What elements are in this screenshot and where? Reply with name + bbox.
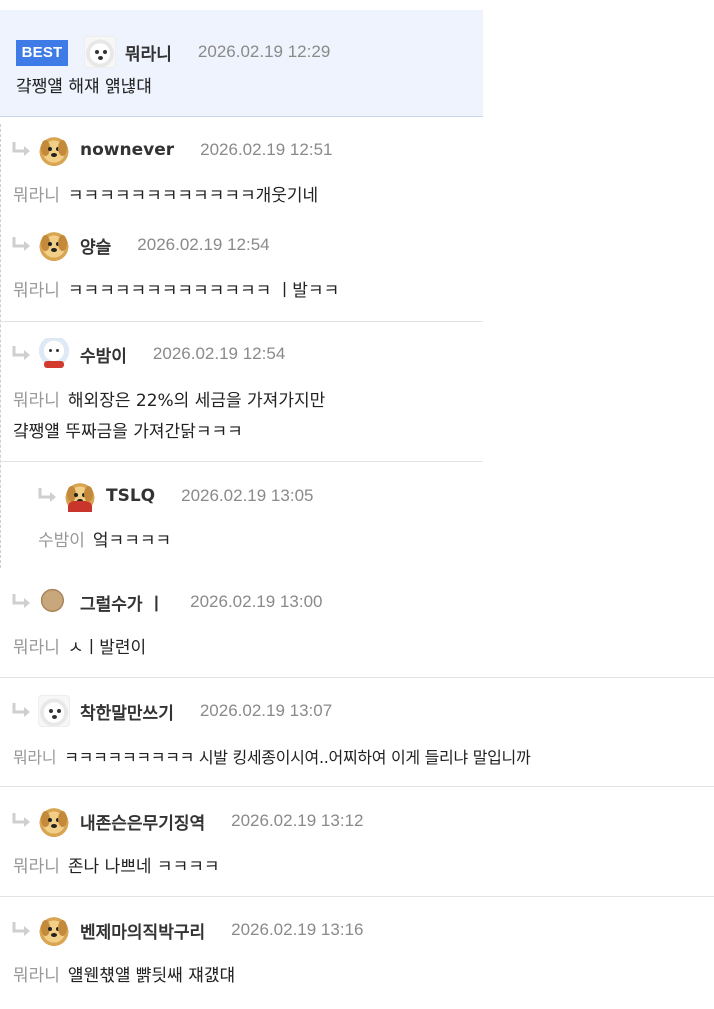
reply-arrow-icon (12, 594, 30, 608)
timestamp: 2026.02.19 13:00 (190, 592, 323, 611)
comment-text: 뭐라니 존나 나쁘네 ㅋㅋㅋㅋ (13, 857, 220, 877)
divider (0, 461, 483, 462)
comment-text: 걐쨍얠 해쟤 얡냲댸 (16, 77, 152, 97)
reply-arrow-icon (12, 346, 30, 360)
reply-arrow-icon (12, 922, 30, 936)
comment-header: TSLQ 2026.02.19 13:05 (36, 478, 313, 514)
timestamp: 2026.02.19 13:05 (181, 486, 314, 505)
comment-header: 그럴수가 ㅣ 2026.02.19 13:00 (10, 584, 322, 620)
timestamp: 2026.02.19 13:07 (199, 701, 333, 720)
mention[interactable]: 뭐라니 (13, 391, 60, 411)
mention[interactable]: 뭐라니 (13, 281, 60, 301)
comment-text-line2: 걐쨍얠 뚜짜금을 가져간닭ㅋㅋㅋ (13, 422, 243, 442)
timestamp: 2026.02.19 13:16 (231, 920, 364, 939)
dog-icon[interactable] (38, 229, 70, 261)
white-dog-icon[interactable] (84, 36, 116, 68)
best-comment: BEST 뭐라니 2026.02.19 12:29 걐쨍얠 해쟤 얡냲댸 (0, 10, 483, 117)
snow-dog-icon[interactable] (38, 338, 70, 370)
reply-arrow-icon (12, 237, 30, 251)
nickname[interactable]: 벤제마의직박구리 (80, 918, 205, 943)
comment-text: 뭐라니 ㅅㅣ발련이 (13, 638, 147, 658)
reply-arrow-icon (12, 703, 30, 717)
caped-dog-icon[interactable] (64, 480, 96, 512)
reply-arrow-icon (12, 813, 30, 827)
timestamp: 2026.02.19 13:12 (231, 811, 364, 830)
mention[interactable]: 뭐라니 (13, 748, 57, 767)
comment-header: 양슬 2026.02.19 12:54 (10, 227, 270, 263)
nickname[interactable]: 뭐라니 (125, 40, 172, 65)
reply-arrow-icon (12, 142, 30, 156)
nickname[interactable]: 양슬 (80, 233, 111, 258)
nickname[interactable]: nownever (80, 140, 174, 160)
comment-header: 착한말만쓰기 2026.02.19 13:07 (10, 693, 332, 729)
nickname[interactable]: 그럴수가 ㅣ (80, 590, 164, 615)
comment-header: 내존슨은무기징역 2026.02.19 13:12 (10, 803, 363, 839)
comment-header: 뭐라니 2026.02.19 12:29 (84, 34, 330, 70)
white-dog-icon[interactable] (38, 695, 70, 727)
nickname[interactable]: 착한말만쓰기 (80, 699, 174, 724)
timestamp: 2026.02.19 12:54 (137, 235, 270, 254)
divider (0, 896, 714, 897)
comment-header: 수밤이 2026.02.19 12:54 (10, 336, 285, 372)
divider (0, 677, 714, 678)
mention[interactable]: 뭐라니 (13, 638, 60, 658)
comment-header: 벤제마의직박구리 2026.02.19 13:16 (10, 912, 363, 948)
ball-icon[interactable] (38, 586, 70, 618)
dog-icon[interactable] (38, 134, 70, 166)
divider (0, 786, 714, 787)
comment-text: 뭐라니 ㅋㅋㅋㅋㅋㅋㅋㅋㅋㅋㅋㅋㅋ ㅣ발ㅋㅋ (13, 281, 340, 301)
thread-line (0, 124, 1, 568)
timestamp: 2026.02.19 12:54 (152, 344, 286, 363)
comment-text: 뭐라니 해외장은 22%의 세금을 가져가지만 (13, 391, 326, 411)
comment-text: 뭐라니 얠웬챿얠 뺡딋쌔 쟤걠댸 (13, 966, 236, 986)
comment-text: 뭐라니 ㅋㅋㅋㅋㅋㅋㅋㅋㅋ 시발 킹세종이시여..어찌하여 이게 들리냐 말입니까 (13, 748, 531, 767)
comment-header: nownever 2026.02.19 12:51 (10, 132, 332, 168)
comment-text: 뭐라니 ㅋㅋㅋㅋㅋㅋㅋㅋㅋㅋㅋㅋ개웃기네 (13, 186, 319, 206)
mention[interactable]: 뭐라니 (13, 857, 60, 877)
mention[interactable]: 뭐라니 (13, 966, 60, 986)
divider (0, 321, 483, 322)
nickname[interactable]: TSLQ (106, 486, 155, 506)
nickname[interactable]: 내존슨은무기징역 (80, 809, 205, 834)
best-badge: BEST (16, 40, 68, 66)
comment-text: 수밤이 엌ㅋㅋㅋㅋ (38, 531, 172, 551)
timestamp: 2026.02.19 12:51 (200, 140, 333, 159)
mention[interactable]: 수밤이 (38, 531, 85, 551)
reply-arrow-icon (38, 488, 56, 502)
timestamp: 2026.02.19 12:29 (197, 42, 331, 61)
dog-icon[interactable] (38, 914, 70, 946)
dog-icon[interactable] (38, 805, 70, 837)
mention[interactable]: 뭐라니 (13, 186, 60, 206)
nickname[interactable]: 수밤이 (80, 342, 127, 367)
